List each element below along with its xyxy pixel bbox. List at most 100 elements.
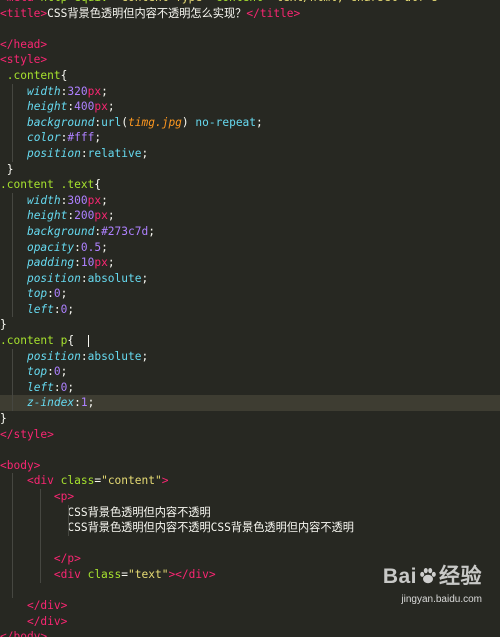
- code-line[interactable]: width:300px;: [0, 192, 500, 209]
- indent-guide: [12, 99, 13, 115]
- indent-guide: [40, 520, 41, 536]
- code-token: class: [60, 474, 95, 488]
- code-token: background: [26, 224, 95, 238]
- code-token: }: [0, 318, 7, 332]
- code-line[interactable]: color:#fff;: [0, 130, 500, 146]
- indent-guide: [12, 130, 13, 146]
- code-line[interactable]: height:400px;: [0, 99, 500, 115]
- code-line[interactable]: .content{: [0, 68, 500, 84]
- code-line[interactable]: }: [0, 162, 500, 178]
- code-token: 0: [53, 287, 61, 301]
- code-line[interactable]: CSS背景色透明但内容不透明: [0, 504, 500, 521]
- code-token: </body>: [0, 630, 48, 637]
- indent-guide: [12, 504, 13, 521]
- code-line[interactable]: position:absolute;: [0, 348, 500, 365]
- code-token: </div>: [26, 599, 68, 613]
- code-token: "text": [128, 567, 169, 581]
- code-token: <p>: [53, 490, 75, 503]
- code-token: ;: [101, 84, 108, 98]
- code-line[interactable]: height:200px;: [0, 208, 500, 224]
- watermark-logo: Bai 经验: [322, 565, 482, 589]
- code-line[interactable]: </style>: [0, 427, 500, 443]
- indent-guide: [12, 520, 13, 536]
- baidu-jingyan-watermark: Bai 经验 jingyan.baidu.com: [322, 565, 482, 619]
- code-editor[interactable]: <meta http-equiv="Content-Type" content=…: [0, 0, 500, 637]
- indent-guide: [12, 270, 13, 287]
- code-line[interactable]: [0, 21, 500, 37]
- code-token: px: [87, 84, 102, 98]
- code-line[interactable]: CSS背景色透明但内容不透明CSS背景色透明但内容不透明: [0, 520, 500, 536]
- code-token: ;: [107, 256, 115, 270]
- code-token: opacity: [26, 240, 75, 254]
- code-token: top: [26, 365, 48, 379]
- code-line[interactable]: </head>: [0, 37, 500, 53]
- code-line[interactable]: position:relative;: [0, 145, 500, 162]
- code-line[interactable]: <div class="content">: [0, 473, 500, 489]
- code-line[interactable]: padding:10px;: [0, 255, 500, 271]
- code-token: ;: [141, 146, 149, 160]
- code-token: ;: [256, 115, 263, 129]
- code-token: ;: [60, 365, 68, 379]
- code-line[interactable]: <p>: [0, 489, 500, 505]
- code-line[interactable]: </body>: [0, 629, 500, 637]
- code-line[interactable]: }: [0, 411, 500, 427]
- code-token: </style>: [0, 427, 54, 441]
- code-line[interactable]: <title>CSS背景色透明但内容不透明怎么实现？</title>: [0, 6, 500, 22]
- text-cursor: [88, 335, 89, 348]
- code-line[interactable]: width:320px;: [0, 83, 500, 100]
- code-token: {: [60, 68, 68, 82]
- code-token: :: [74, 396, 81, 410]
- code-token: :: [74, 240, 81, 254]
- code-token: }: [0, 162, 14, 176]
- code-token: px: [94, 256, 108, 270]
- code-line[interactable]: opacity:0.5;: [0, 239, 500, 256]
- code-line[interactable]: left:0;: [0, 301, 500, 318]
- code-token: .content p: [0, 334, 68, 348]
- code-token: content: [216, 0, 263, 4]
- code-token: ;: [141, 271, 149, 285]
- indent-guide: [12, 114, 13, 131]
- code-token: ;: [60, 287, 68, 301]
- code-token: :: [47, 365, 54, 379]
- code-token: 0.5: [80, 240, 102, 254]
- code-line[interactable]: <body>: [0, 458, 500, 474]
- code-line[interactable]: }: [0, 317, 500, 333]
- code-line[interactable]: top:0;: [0, 286, 500, 302]
- code-line[interactable]: .content p{: [0, 333, 500, 349]
- code-token: <style>: [0, 53, 48, 67]
- code-line[interactable]: z-index:1;: [0, 395, 500, 412]
- code-line[interactable]: [0, 535, 500, 552]
- code-line[interactable]: top:0;: [0, 364, 500, 380]
- code-area[interactable]: <meta http-equiv="Content-Type" content=…: [0, 0, 500, 637]
- code-line[interactable]: [0, 442, 500, 458]
- code-line[interactable]: position:absolute;: [0, 270, 500, 287]
- indent-guide: [12, 255, 13, 271]
- code-token: =: [108, 0, 115, 4]
- code-token: absolute: [87, 271, 142, 285]
- code-token: http-equiv: [40, 0, 107, 4]
- indent-guide: [12, 223, 13, 240]
- code-line[interactable]: background:url(timg.jpg) no-repeat;: [0, 114, 500, 131]
- indent-guide: [40, 489, 41, 505]
- code-token: relative: [87, 146, 142, 160]
- code-token: :: [53, 380, 61, 394]
- code-line[interactable]: <style>: [0, 52, 500, 68]
- code-line[interactable]: left:0;: [0, 379, 500, 396]
- code-token: </div>: [26, 614, 68, 628]
- code-token: position: [26, 349, 81, 363]
- code-token: url: [101, 115, 122, 129]
- code-token: px: [94, 100, 108, 114]
- code-line[interactable]: .content .text{: [0, 177, 500, 193]
- code-line[interactable]: background:#273c7d;: [0, 223, 500, 240]
- code-token: {: [94, 178, 102, 192]
